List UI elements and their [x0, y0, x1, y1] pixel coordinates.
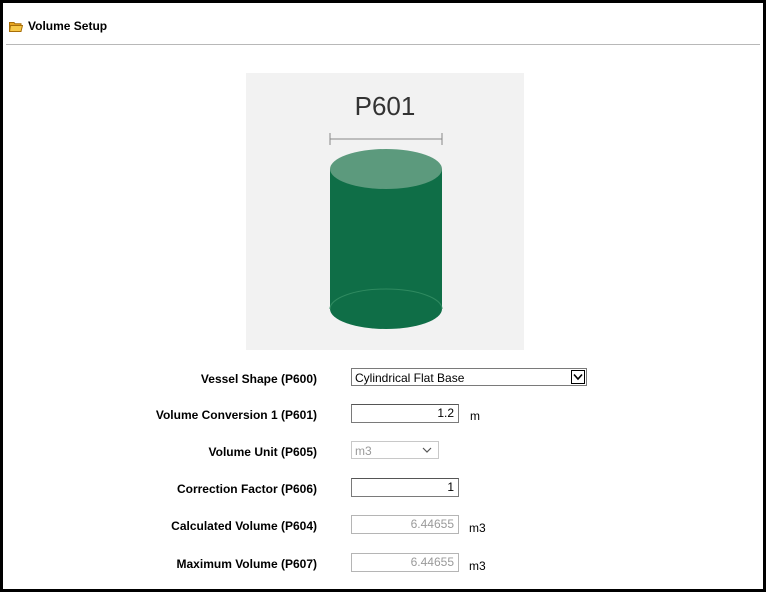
maximum-volume-label: Maximum Volume (P607): [176, 557, 317, 571]
chevron-down-icon: [422, 447, 432, 453]
dimension-label: P601: [355, 91, 416, 121]
volume-unit-row: Volume Unit (P605) m3: [3, 441, 763, 463]
vessel-shape-select[interactable]: Cylindrical Flat Base: [351, 368, 587, 386]
cylinder-tank-illustration: P601: [329, 91, 443, 329]
volume-conversion-input[interactable]: 1.2: [351, 404, 459, 423]
chevron-down-icon[interactable]: [571, 370, 585, 384]
page-title: Volume Setup: [28, 19, 108, 33]
calculated-volume-field: 6.44655: [351, 515, 459, 534]
vessel-shape-label: Vessel Shape (P600): [200, 372, 317, 386]
panel-header: Volume Setup: [8, 13, 108, 39]
volume-setup-panel: Volume Setup P601 Vessel Shape (P600) Cy…: [0, 0, 766, 592]
volume-conversion-unit: m: [470, 409, 480, 423]
correction-factor-row: Correction Factor (P606) 1: [3, 478, 763, 500]
calculated-volume-label: Calculated Volume (P604): [171, 519, 317, 533]
vessel-diagram: P601: [246, 73, 524, 350]
tank-body: [330, 169, 442, 329]
calculated-volume-row: Calculated Volume (P604) 6.44655 m3: [3, 515, 763, 537]
volume-conversion-row: Volume Conversion 1 (P601) 1.2 m: [3, 404, 763, 426]
maximum-volume-row: Maximum Volume (P607) 6.44655 m3: [3, 553, 763, 575]
header-divider: [6, 44, 760, 45]
tank-top: [330, 149, 442, 189]
correction-factor-label: Correction Factor (P606): [176, 482, 317, 496]
volume-unit-label: Volume Unit (P605): [208, 445, 317, 459]
calculated-volume-unit: m3: [469, 521, 486, 535]
correction-factor-input[interactable]: 1: [351, 478, 459, 497]
volume-unit-select[interactable]: m3: [351, 441, 439, 459]
folder-icon: [8, 21, 24, 32]
maximum-volume-field: 6.44655: [351, 553, 459, 572]
volume-conversion-label: Volume Conversion 1 (P601): [155, 408, 317, 422]
maximum-volume-unit: m3: [469, 559, 486, 573]
volume-unit-value: m3: [355, 444, 372, 458]
vessel-shape-value: Cylindrical Flat Base: [355, 371, 465, 385]
vessel-shape-row: Vessel Shape (P600) Cylindrical Flat Bas…: [3, 368, 763, 390]
